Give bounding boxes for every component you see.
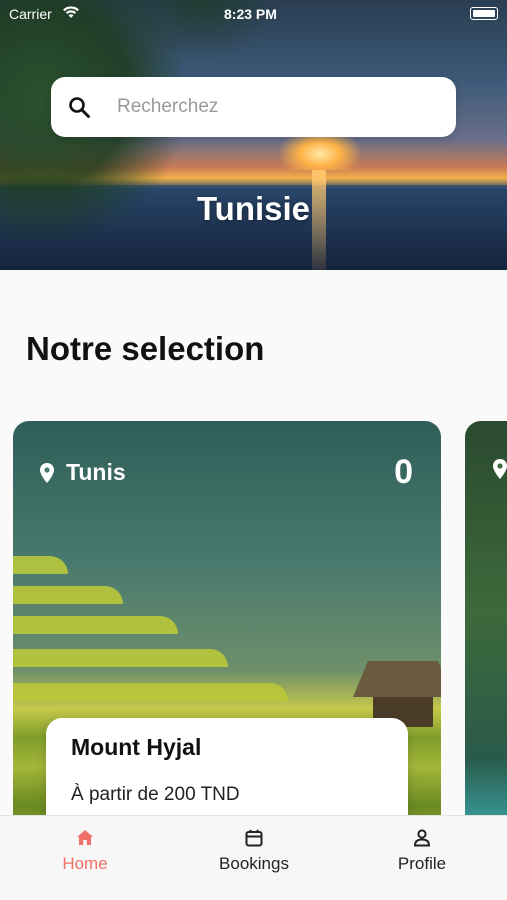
- tab-profile[interactable]: Profile: [362, 828, 482, 874]
- card-location: Tunis: [40, 459, 126, 486]
- status-bar: Carrier 8:23 PM: [0, 0, 507, 28]
- home-icon: [77, 830, 93, 845]
- location-pin-icon: [40, 462, 54, 483]
- terrace-decor: [13, 649, 228, 667]
- terrace-decor: [13, 586, 123, 604]
- hut-roof: [353, 661, 441, 697]
- hero-title: Tunisie: [196, 190, 311, 227]
- card-title: Mount Hyjal: [71, 734, 202, 760]
- carrier-label: Carrier: [9, 6, 52, 22]
- location-pin-icon: [493, 459, 507, 479]
- search-icon: [69, 97, 90, 118]
- section-title: Notre selection: [26, 330, 265, 367]
- card-price: À partir de 200 TND: [71, 784, 240, 805]
- person-icon: [413, 829, 431, 847]
- tab-home[interactable]: Home: [25, 828, 145, 874]
- terrace-decor: [13, 683, 288, 701]
- card-count: 0: [394, 453, 413, 491]
- calendar-icon: [245, 829, 263, 847]
- card-location-label: Tunis: [66, 459, 126, 485]
- tab-home-label: Home: [62, 854, 108, 873]
- wifi-icon: [63, 6, 79, 18]
- bottom-tab-bar: Home Bookings Profile: [0, 815, 507, 900]
- tab-profile-label: Profile: [397, 854, 447, 873]
- battery-icon: [470, 7, 498, 20]
- terrace-decor: [13, 616, 178, 634]
- tab-bookings[interactable]: Bookings: [194, 828, 314, 874]
- tab-bookings-label: Bookings: [219, 854, 289, 873]
- search-input[interactable]: [117, 89, 437, 125]
- clock: 8:23 PM: [224, 6, 277, 22]
- search-bar[interactable]: [51, 77, 456, 137]
- terrace-decor: [13, 556, 68, 574]
